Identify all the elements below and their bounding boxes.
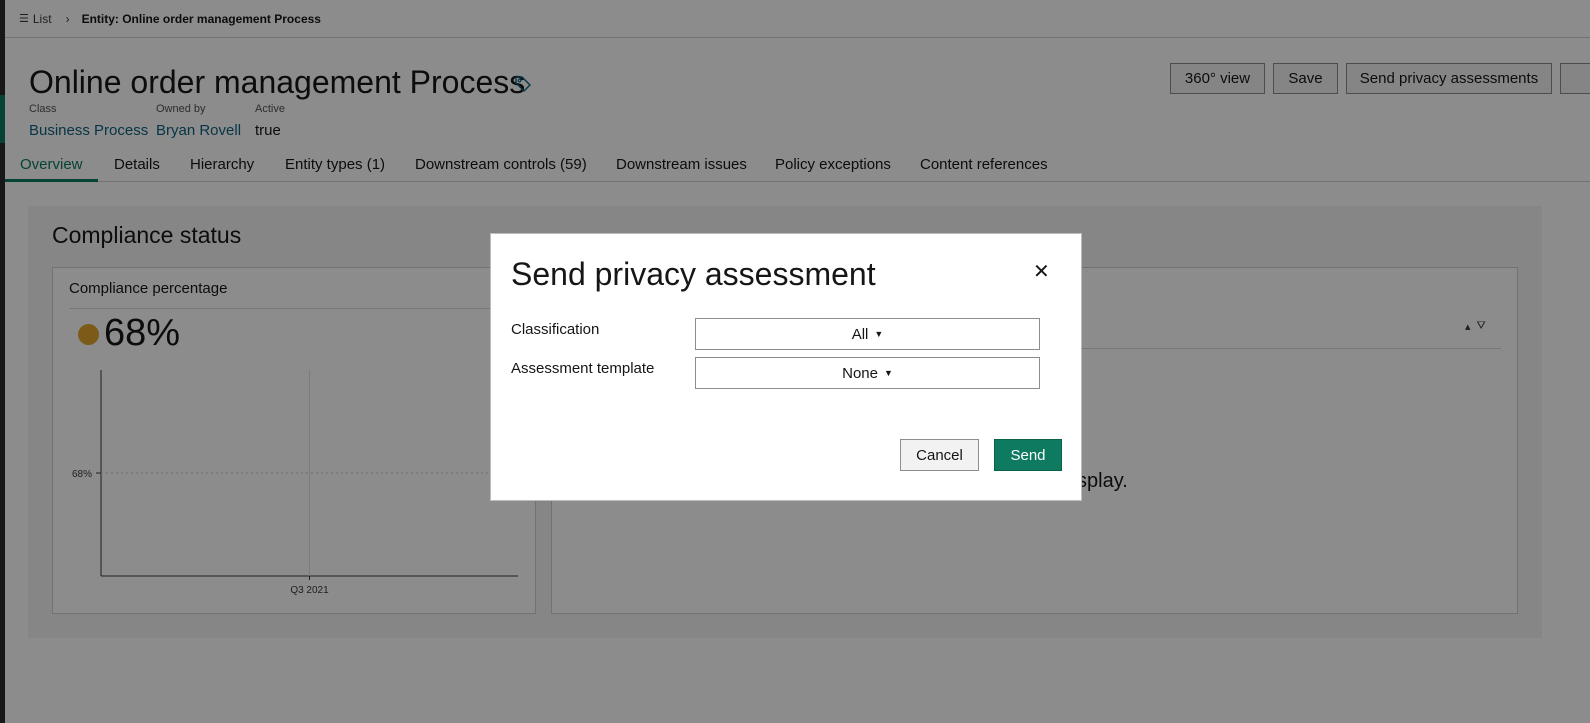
send-privacy-assessment-dialog: Send privacy assessment ✕ Classification…: [490, 233, 1082, 501]
cancel-button[interactable]: Cancel: [900, 439, 979, 471]
caret-down-icon: ▼: [883, 368, 893, 378]
close-icon[interactable]: ✕: [1033, 262, 1050, 282]
caret-down-icon: ▼: [874, 329, 884, 339]
send-button[interactable]: Send: [994, 439, 1062, 471]
classification-select[interactable]: All ▼: [695, 318, 1040, 350]
assessment-template-select[interactable]: None ▼: [695, 357, 1040, 389]
assessment-template-label: Assessment template: [511, 360, 655, 377]
dialog-title: Send privacy assessment: [511, 256, 876, 292]
assessment-template-value: None: [842, 364, 878, 382]
classification-label: Classification: [511, 321, 600, 338]
classification-value: All: [851, 325, 869, 343]
